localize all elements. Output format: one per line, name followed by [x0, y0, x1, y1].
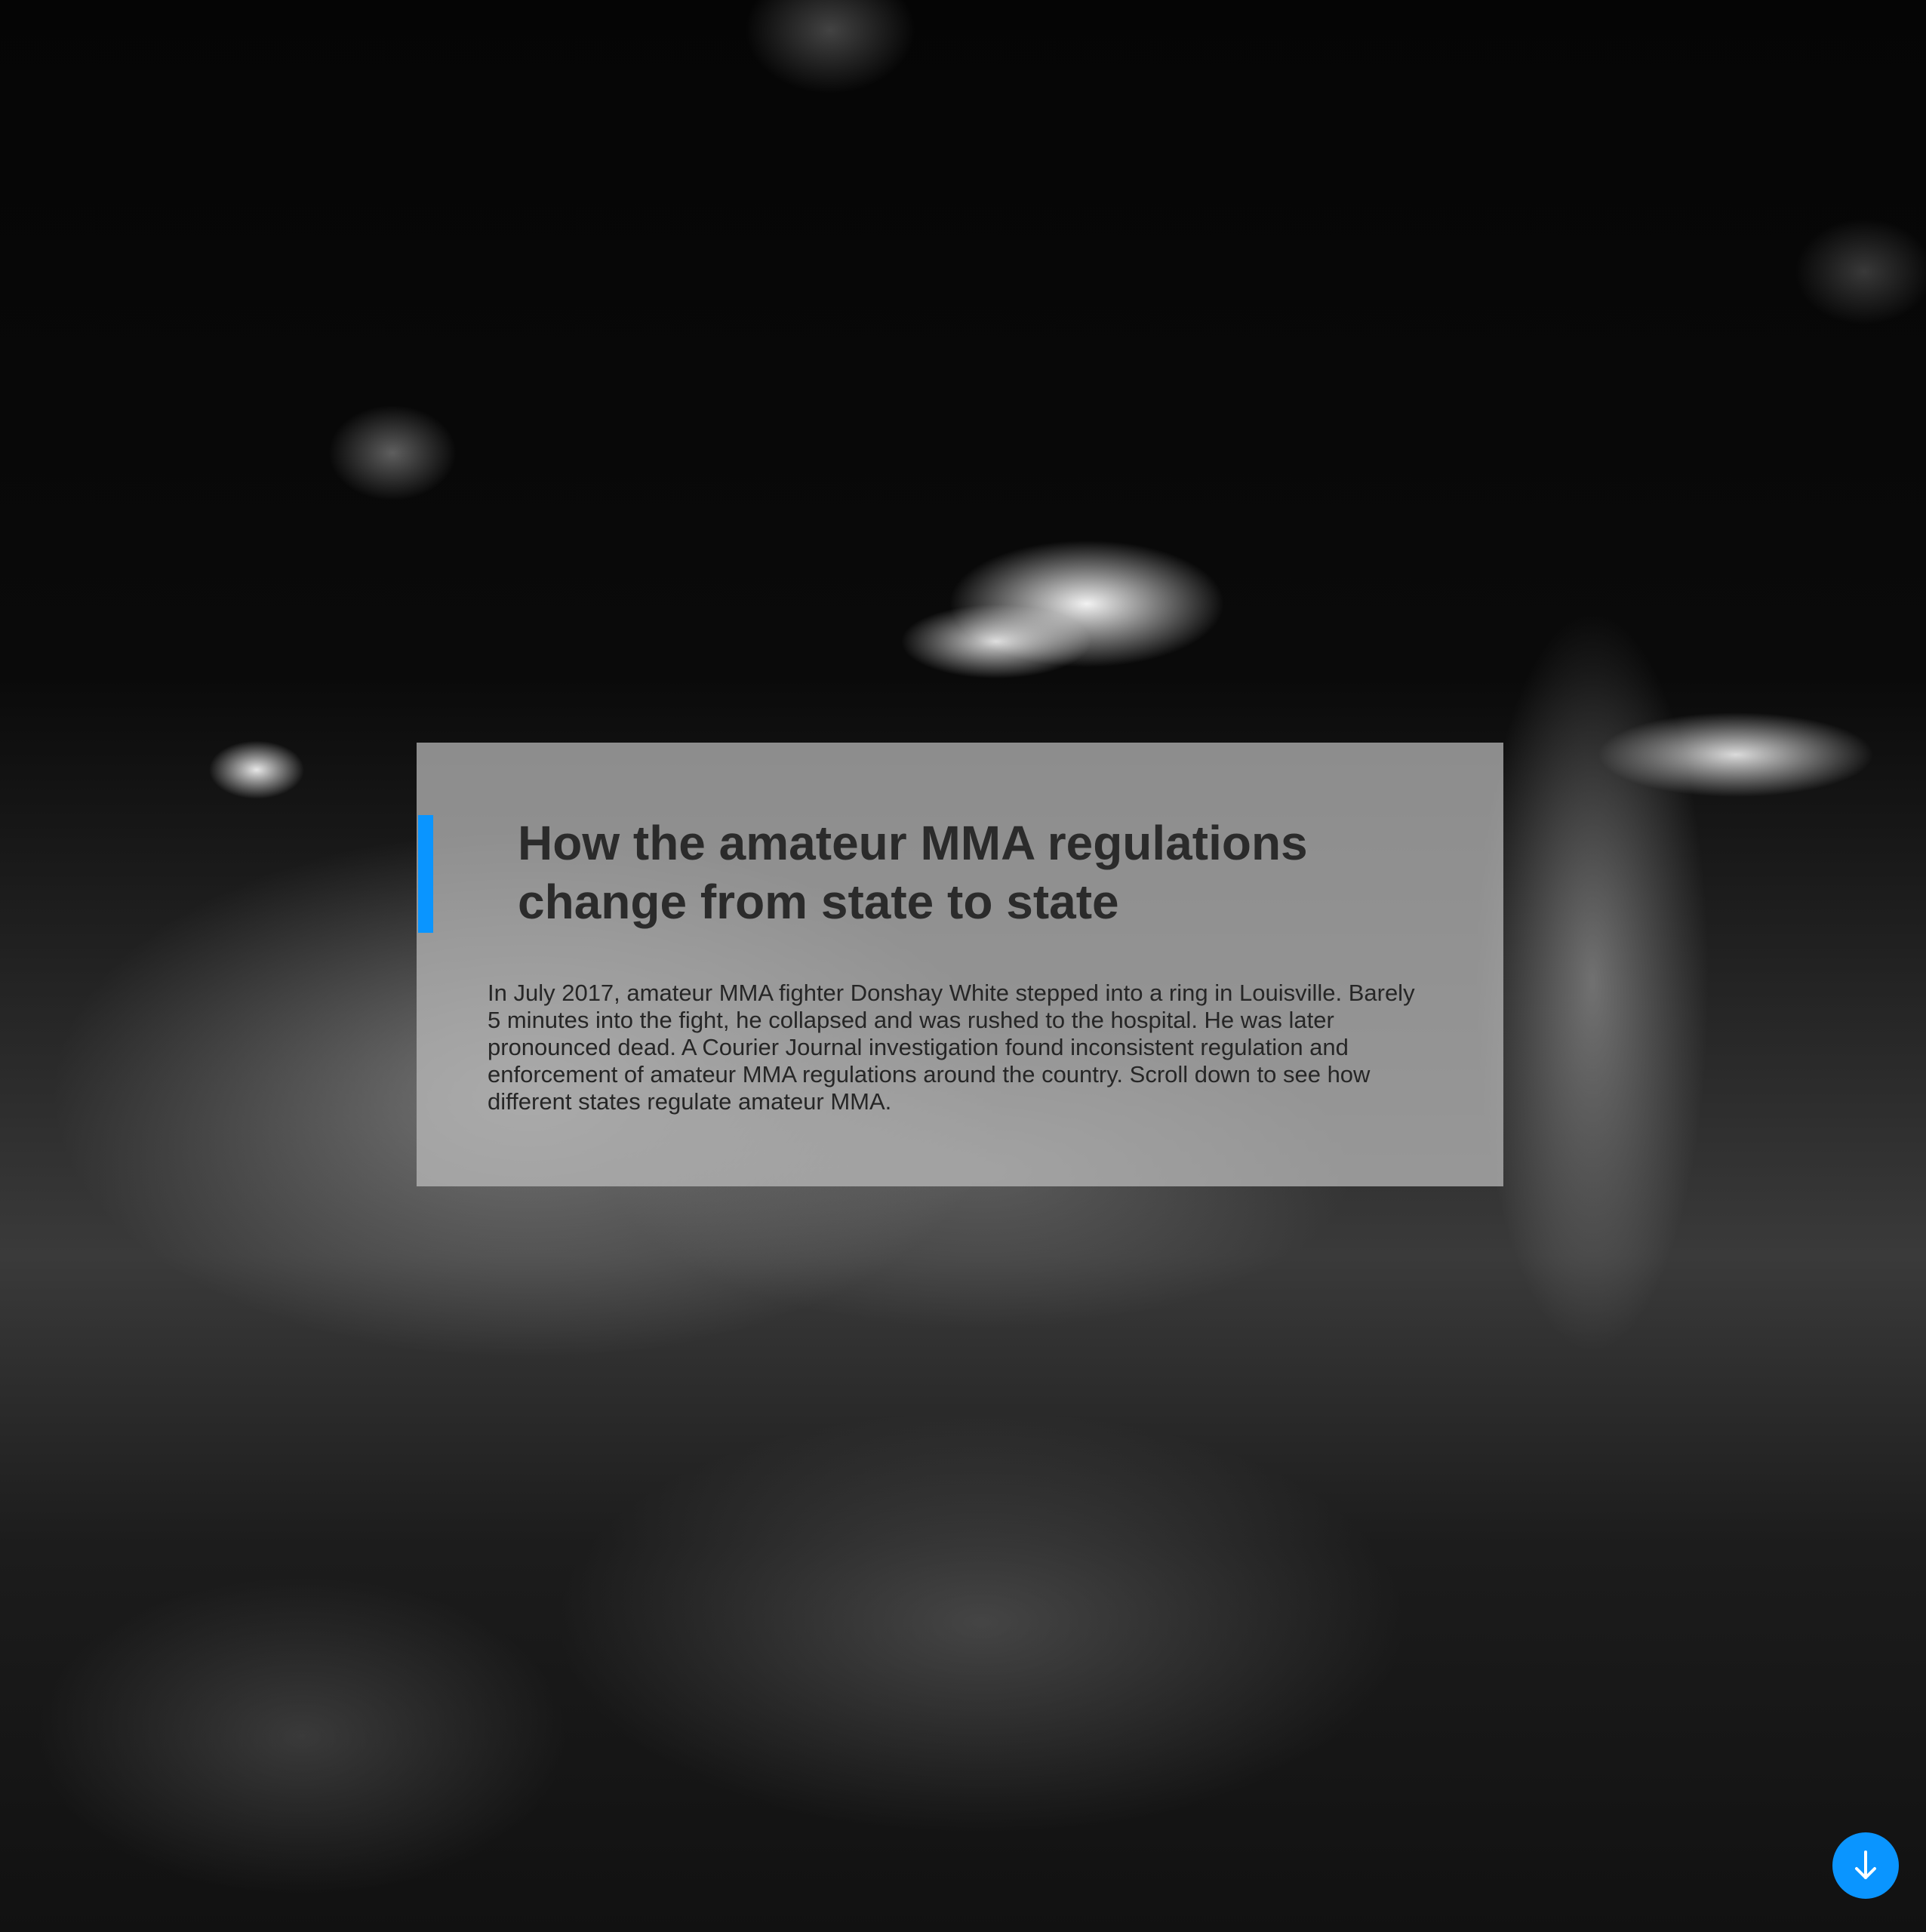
arrow-down-icon [1855, 1850, 1876, 1879]
intro-paragraph: In July 2017, amateur MMA fighter Donsha… [488, 980, 1415, 1115]
page-title: How the amateur MMA regulations change f… [518, 816, 1308, 929]
scroll-down-button[interactable] [1832, 1832, 1899, 1899]
intro-card: How the amateur MMA regulations change f… [417, 743, 1503, 1186]
blurred-background-photo: How the amateur MMA regulations change f… [0, 0, 1926, 1932]
headline-wrapper: How the amateur MMA regulations change f… [488, 814, 1432, 931]
headline-accent-bar [418, 815, 433, 933]
